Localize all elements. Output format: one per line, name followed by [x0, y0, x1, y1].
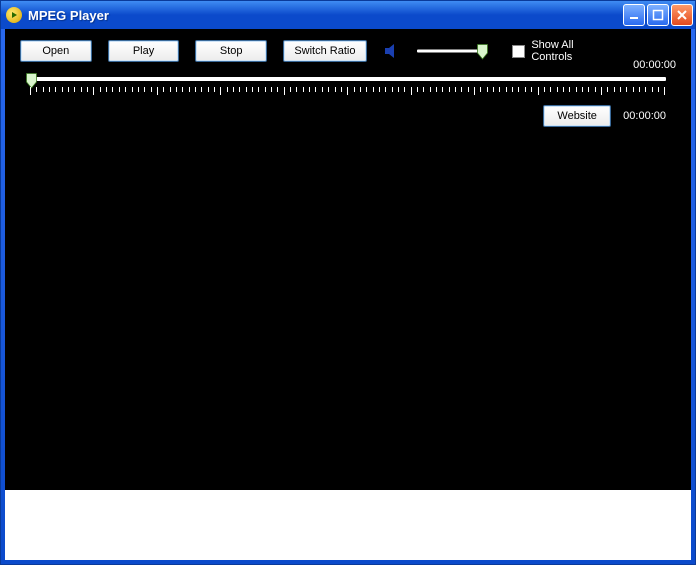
- app-window: MPEG Player Open Play Stop Switch Ratio: [0, 0, 696, 565]
- seek-track: [30, 77, 666, 81]
- volume-slider[interactable]: [417, 42, 487, 60]
- window-title: MPEG Player: [28, 8, 623, 23]
- window-controls: [623, 4, 693, 26]
- maximize-button[interactable]: [647, 4, 669, 26]
- show-all-controls-checkbox[interactable]: Show All Controls: [512, 39, 617, 63]
- play-button[interactable]: Play: [108, 40, 180, 62]
- toolbar-row-secondary: Website 00:00:00: [20, 105, 676, 127]
- checkbox-label: Show All Controls: [531, 39, 617, 63]
- close-button[interactable]: [671, 4, 693, 26]
- seek-ticks: [30, 87, 666, 95]
- website-button[interactable]: Website: [543, 105, 611, 127]
- total-time-display: 00:00:00: [633, 59, 676, 71]
- switch-ratio-button[interactable]: Switch Ratio: [283, 40, 367, 62]
- volume-thumb[interactable]: [477, 44, 488, 60]
- app-icon: [6, 7, 22, 23]
- video-display-area: [5, 127, 691, 490]
- toolbar-row-main: Open Play Stop Switch Ratio Show All Con…: [20, 39, 676, 63]
- client-area: Open Play Stop Switch Ratio Show All Con…: [5, 29, 691, 560]
- toolbar: Open Play Stop Switch Ratio Show All Con…: [5, 29, 691, 127]
- stop-button[interactable]: Stop: [195, 40, 267, 62]
- titlebar[interactable]: MPEG Player: [1, 1, 695, 29]
- volume-icon: [383, 42, 401, 60]
- minimize-button[interactable]: [623, 4, 645, 26]
- bottom-panel: [5, 490, 691, 560]
- open-button[interactable]: Open: [20, 40, 92, 62]
- current-time-display: 00:00:00: [623, 110, 666, 122]
- checkbox-box[interactable]: [512, 45, 525, 58]
- seek-slider[interactable]: [20, 75, 676, 101]
